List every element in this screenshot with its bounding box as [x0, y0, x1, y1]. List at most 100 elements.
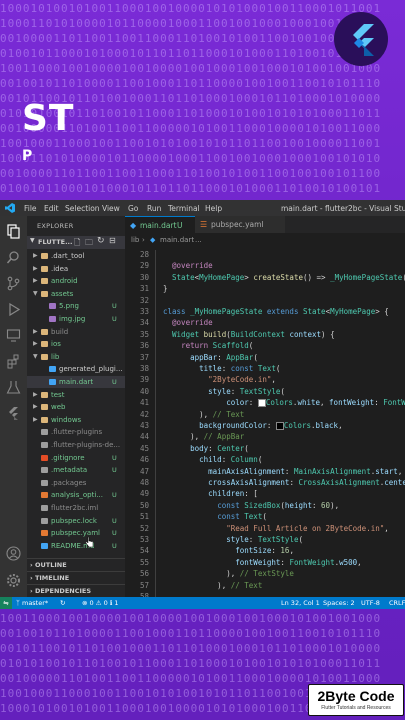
- chevron-right-icon[interactable]: ▶: [33, 275, 38, 287]
- git-status-badge: U: [112, 516, 117, 525]
- line-number: 33: [139, 307, 149, 316]
- tree-item[interactable]: ▶ .dart_tool: [27, 250, 125, 262]
- breadcrumb-more[interactable]: ...: [195, 234, 202, 247]
- chevron-right-icon[interactable]: ▶: [33, 250, 38, 262]
- code-editor[interactable]: 28 29 @override 30 State<MyHomePage> creat…: [125, 250, 405, 601]
- new-folder-icon[interactable]: 🗀: [85, 237, 93, 251]
- tree-item[interactable]: analysis_opti... U: [27, 489, 125, 501]
- problems-indicator[interactable]: ⊗ 0 ⚠ 0 ℹ 1: [82, 597, 118, 609]
- outline-section[interactable]: › OUTLINE: [27, 558, 125, 571]
- chevron-right-icon[interactable]: ▶: [33, 263, 38, 275]
- yaml-icon: [41, 492, 48, 499]
- account-icon[interactable]: [6, 546, 21, 561]
- tree-item[interactable]: ▶ android: [27, 275, 125, 287]
- line-number: 31: [139, 284, 149, 294]
- code-line: "Read Full Article on 2ByteCode.in",: [226, 523, 389, 533]
- sync-icon[interactable]: ↻: [60, 597, 65, 609]
- menu-item-view[interactable]: View: [102, 204, 120, 213]
- line-number: 38: [139, 364, 149, 373]
- cursor-position[interactable]: Ln 32, Col 1: [281, 597, 320, 609]
- dependencies-section[interactable]: › DEPENDENCIES: [27, 584, 125, 597]
- menu-item-terminal[interactable]: Terminal: [168, 204, 200, 213]
- tree-item[interactable]: ▶ test: [27, 389, 125, 401]
- flutter-panel-icon[interactable]: [6, 406, 21, 421]
- code-line: @override: [172, 318, 213, 328]
- tab-main-dart[interactable]: ◆ main.dart U: [125, 216, 195, 234]
- testing-icon[interactable]: [6, 380, 21, 395]
- chevron-down-icon[interactable]: ▼: [33, 351, 38, 363]
- source-control-icon[interactable]: [6, 276, 21, 291]
- tree-item[interactable]: ▶ windows: [27, 414, 125, 426]
- tree-item[interactable]: .flutter-plugins: [27, 426, 125, 438]
- breadcrumb-lib[interactable]: lib: [131, 234, 139, 247]
- tree-item[interactable]: 5.png U: [27, 300, 125, 312]
- explorer-sidebar: EXPLORER ▼ FLUTTE... 🗋 🗀 ↻ ⊟ ▶ .dart_tool…: [27, 216, 125, 597]
- new-file-icon[interactable]: 🗋: [74, 237, 80, 251]
- tree-item[interactable]: README.md U: [27, 540, 125, 552]
- run-debug-icon[interactable]: [6, 302, 21, 317]
- explorer-header: EXPLORER: [37, 222, 74, 230]
- tree-item[interactable]: generated_plugi...: [27, 363, 125, 375]
- folder-icon: [41, 341, 48, 348]
- line-number: 28: [139, 250, 149, 259]
- folder-icon: [41, 278, 48, 285]
- menu-item-selection[interactable]: Selection: [65, 204, 100, 213]
- encoding[interactable]: UTF-8: [361, 597, 380, 609]
- menu-bar: File Edit Selection View Go Run Terminal…: [0, 200, 405, 216]
- tree-item-label: lib: [51, 352, 60, 361]
- tab-pubspec-yaml[interactable]: ☰ pubspec.yaml: [195, 216, 285, 233]
- chevron-right-icon[interactable]: ▶: [33, 389, 38, 401]
- search-icon[interactable]: [6, 250, 21, 265]
- tree-item[interactable]: pubspec.yaml U: [27, 527, 125, 539]
- collapse-all-icon[interactable]: ⊟: [109, 236, 116, 245]
- project-root[interactable]: ▼ FLUTTE... 🗋 🗀 ↻ ⊟: [27, 236, 125, 249]
- menu-item-edit[interactable]: Edit: [44, 204, 59, 213]
- menu-item-go[interactable]: Go: [128, 204, 138, 213]
- tree-item[interactable]: img.jpg U: [27, 313, 125, 325]
- menu-item-run[interactable]: Run: [147, 204, 161, 213]
- tree-item[interactable]: .gitignore U: [27, 452, 125, 464]
- tree-item[interactable]: .flutter-plugins-de...: [27, 439, 125, 451]
- chevron-right-icon[interactable]: ▶: [33, 326, 38, 338]
- tree-item[interactable]: main.dart U: [27, 376, 125, 388]
- line-number: 46: [139, 455, 149, 465]
- chevron-right-icon[interactable]: ▶: [33, 401, 38, 413]
- tree-item-label: .gitignore: [51, 453, 85, 462]
- code-line: fontSize: 16,: [235, 546, 294, 556]
- tree-item[interactable]: pubspec.lock U: [27, 515, 125, 527]
- chevron-down-icon[interactable]: ▼: [33, 288, 38, 300]
- chevron-right-icon[interactable]: ▶: [33, 338, 38, 350]
- indentation[interactable]: Spaces: 2: [323, 597, 355, 609]
- tree-item[interactable]: ▶ build: [27, 326, 125, 338]
- tree-item[interactable]: .metadata U: [27, 464, 125, 476]
- line-number: 40: [139, 386, 149, 396]
- tree-item[interactable]: .packages: [27, 477, 125, 489]
- line-ending[interactable]: CRLF: [389, 597, 405, 609]
- breadcrumb-main-dart[interactable]: main.dart: [160, 234, 194, 247]
- tree-item[interactable]: ▶ ios: [27, 338, 125, 350]
- tree-item[interactable]: flutter2bc.iml: [27, 502, 125, 514]
- settings-gear-icon[interactable]: [6, 573, 21, 588]
- extensions-icon[interactable]: [6, 354, 21, 369]
- tree-item[interactable]: ▼ assets: [27, 288, 125, 300]
- line-number: 53: [139, 535, 149, 544]
- menu-item-file[interactable]: File: [24, 204, 37, 213]
- code-line: style: TextStyle(: [226, 535, 303, 544]
- refresh-icon[interactable]: ↻: [97, 236, 105, 246]
- tree-item[interactable]: ▶ web: [27, 401, 125, 413]
- project-name: FLUTTE...: [38, 238, 73, 246]
- remote-indicator-icon[interactable]: ⇋: [0, 597, 12, 609]
- code-line: class _MyHomePageState extends State<MyH…: [163, 307, 389, 316]
- git-status-badge: U: [112, 302, 117, 311]
- code-line: crossAxisAlignment: CrossAxisAlignment.c…: [208, 478, 405, 487]
- tree-item-label: .metadata: [51, 466, 88, 475]
- explorer-icon[interactable]: [6, 224, 21, 239]
- tree-item[interactable]: ▶ .idea: [27, 263, 125, 275]
- editor-area: ◆ main.dart U ☰ pubspec.yaml lib › ◆ mai…: [125, 216, 405, 601]
- timeline-section[interactable]: › TIMELINE: [27, 571, 125, 584]
- menu-item-help[interactable]: Help: [205, 204, 222, 213]
- remote-explorer-icon[interactable]: [6, 328, 21, 343]
- chevron-right-icon[interactable]: ▶: [33, 414, 38, 426]
- branch-indicator[interactable]: ᛉ master*: [16, 597, 48, 609]
- tree-item[interactable]: ▼ lib: [27, 351, 125, 363]
